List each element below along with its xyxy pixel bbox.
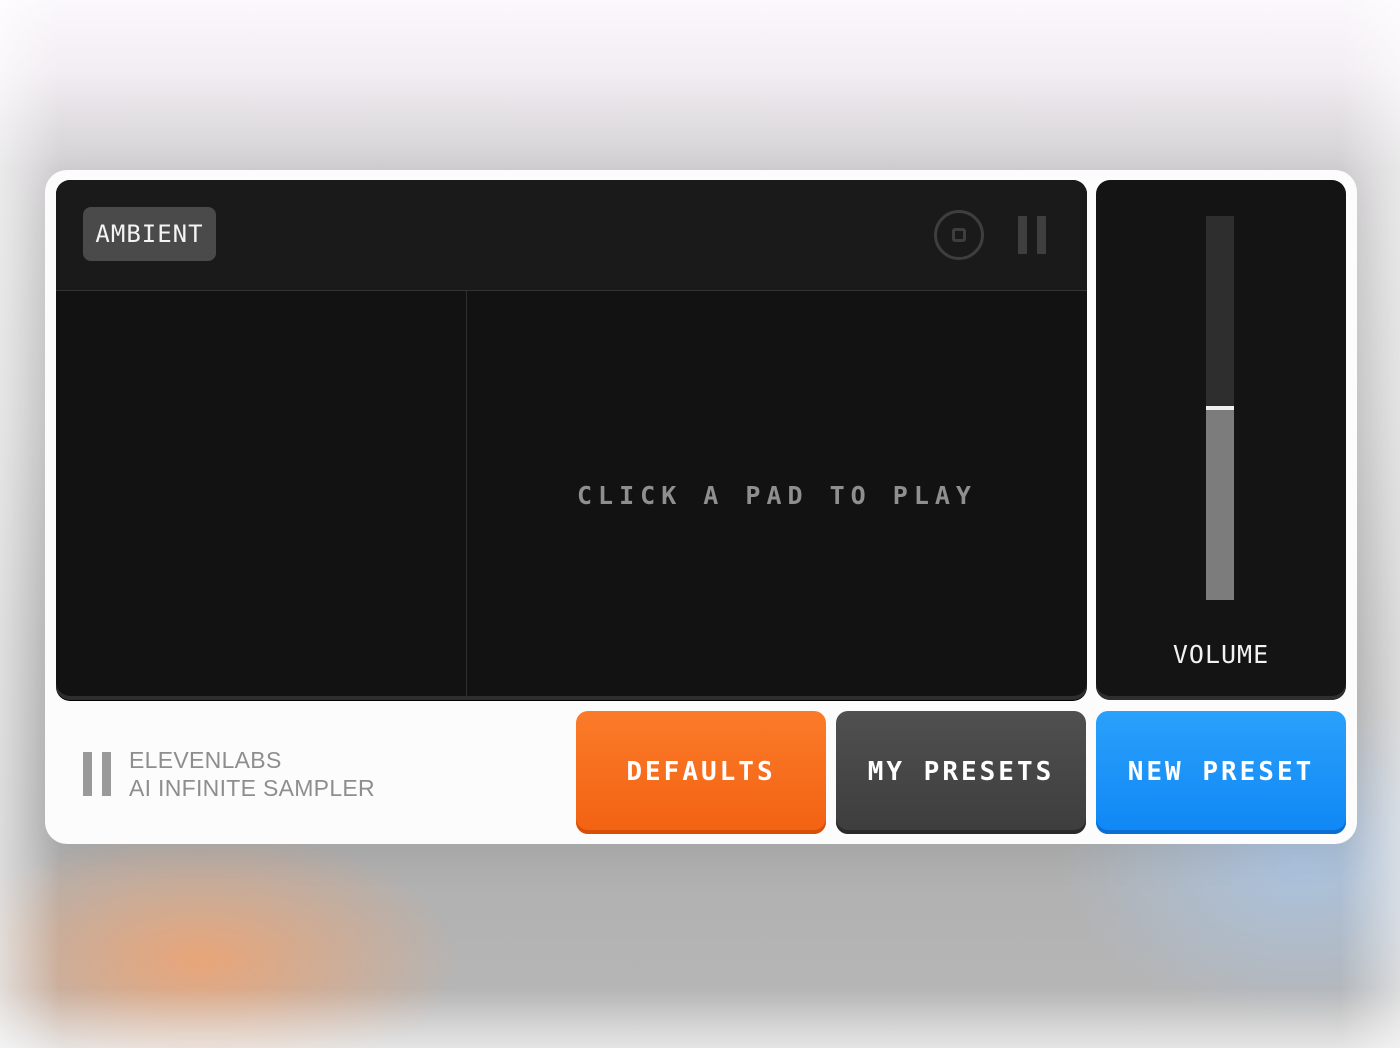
screen-header: AMBIENT [56,180,1087,291]
brand-text: ELEVENLABS AI INFINITE SAMPLER [129,746,375,802]
volume-fill [1206,408,1234,600]
pause-button[interactable] [1018,216,1048,254]
volume-panel: VOLUME [1096,180,1346,700]
stop-button[interactable] [934,210,984,260]
category-badge[interactable]: AMBIENT [83,207,216,261]
background-edge-bottom [0,988,1400,1048]
stop-icon [952,228,966,242]
sampler-screen: AMBIENT CLICK A PAD TO PLAY [56,180,1087,700]
volume-slider[interactable] [1206,216,1234,600]
volume-handle[interactable] [1206,406,1234,410]
brand-name: ELEVENLABS [129,747,282,773]
pad-panel [56,291,467,700]
sampler-device: AMBIENT CLICK A PAD TO PLAY VOLUME ELEVE… [45,170,1357,844]
play-hint: CLICK A PAD TO PLAY [577,481,977,510]
brand-subtitle: AI INFINITE SAMPLER [129,775,375,801]
volume-label: VOLUME [1172,640,1270,669]
new-preset-button[interactable]: NEW PRESET [1096,711,1346,834]
pause-icon [1018,216,1027,254]
defaults-button[interactable]: DEFAULTS [576,711,826,834]
elevenlabs-logo-icon [83,752,111,796]
pad-display-area: CLICK A PAD TO PLAY [467,291,1087,700]
my-presets-button[interactable]: MY PRESETS [836,711,1086,834]
